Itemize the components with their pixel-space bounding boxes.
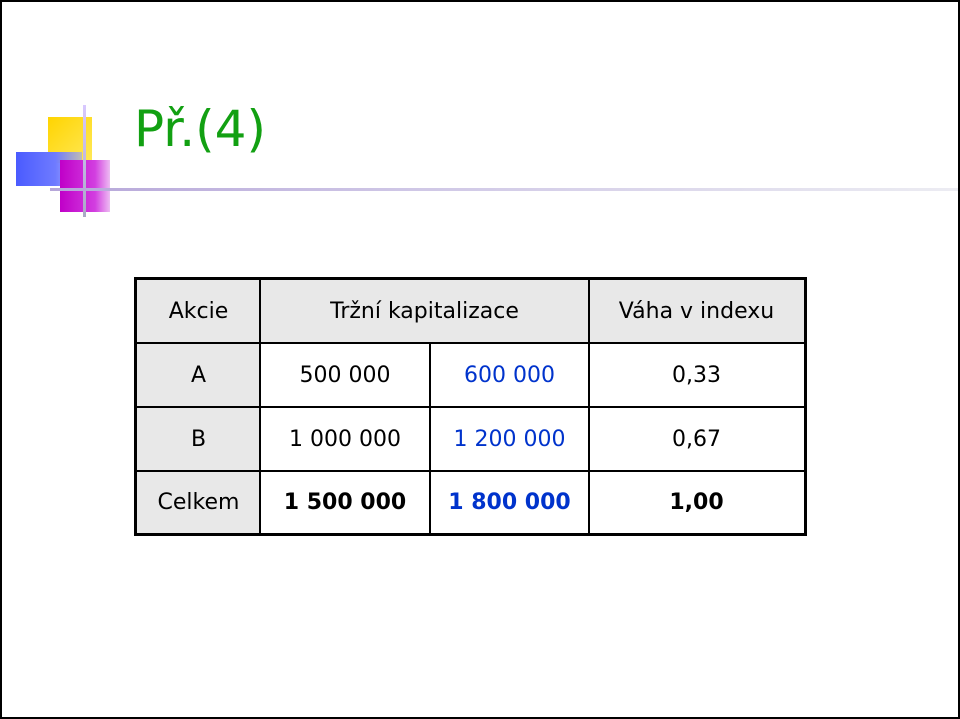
row-b-weight: 0,67 [672,426,721,452]
header-trzni-kapitalizace: Tržní kapitalizace [260,280,589,343]
title-underline [50,188,958,191]
grid-line [429,343,431,533]
row-total-weight: 1,00 [669,489,724,515]
header-vaha-v-indexu: Váha v indexu [589,280,804,343]
grid-line [137,470,804,472]
row-total-cap2: 1 800 000 [448,489,571,515]
slide-title: Př.(4) [134,100,266,158]
decor-vertical-line [83,105,86,217]
row-a-weight: 0,33 [672,362,721,388]
slide: Př.(4) Akcie Tržní kapitalizace Váha v i… [0,0,960,719]
row-b-label: B [137,407,260,471]
header-akcie: Akcie [137,280,260,343]
row-b-cap1: 1 000 000 [289,426,401,452]
grid-line [137,342,804,344]
row-a-label: A [137,343,260,407]
grid-line [137,406,804,408]
row-a-cap2: 600 000 [464,362,555,388]
data-table: Akcie Tržní kapitalizace Váha v indexu A… [134,277,807,536]
row-b-cap2: 1 200 000 [453,426,566,452]
row-a-cap1: 500 000 [299,362,391,388]
row-total-cap1: 1 500 000 [283,489,407,515]
row-total-label: Celkem [137,471,260,533]
